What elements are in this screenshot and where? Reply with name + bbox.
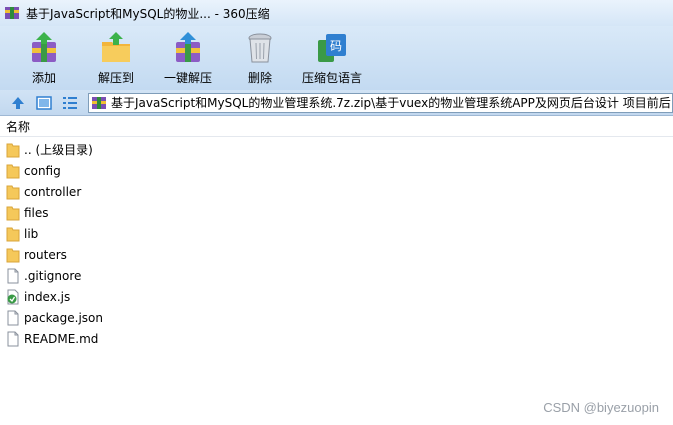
file-icon [7, 268, 19, 283]
path-text: 基于JavaScript和MySQL的物业管理系统.7z.zip\基于vuex的… [111, 96, 673, 110]
one-click-extract-label: 一键解压 [163, 71, 212, 85]
list-item-gitignore[interactable]: .gitignore [0, 265, 673, 286]
list-item-routers[interactable]: routers [0, 244, 673, 265]
view-list-button[interactable] [60, 94, 80, 112]
folder-icon [6, 248, 20, 262]
delete-button[interactable]: 删除 [224, 26, 296, 86]
archive-app-icon [5, 7, 19, 19]
file-list: .. (上级目录) config controller files lib ro… [0, 139, 673, 349]
list-item-files[interactable]: files [0, 202, 673, 223]
file-name: routers [24, 247, 67, 262]
folder-icon [6, 164, 20, 178]
one-click-extract-button[interactable]: 一键解压 [152, 26, 224, 86]
file-name: README.md [24, 331, 99, 346]
column-name-header[interactable]: 名称 [6, 118, 30, 135]
archive-language-button[interactable]: 码 压缩包语言 [296, 26, 368, 86]
view-thumbnail-button[interactable] [34, 94, 54, 112]
list-item-config[interactable]: config [0, 160, 673, 181]
one-click-extract-icon [176, 32, 200, 62]
extract-to-icon [102, 32, 130, 62]
extract-to-button[interactable]: 解压到 [80, 26, 152, 86]
file-name: .gitignore [24, 268, 82, 283]
extract-to-label: 解压到 [97, 71, 134, 85]
address-bar: 基于JavaScript和MySQL的物业管理系统.7z.zip\基于vuex的… [0, 90, 673, 116]
folder-icon [6, 143, 20, 157]
thumbnail-view-icon [36, 95, 52, 110]
list-item-package-json[interactable]: package.json [0, 307, 673, 328]
file-name: lib [24, 226, 39, 241]
delete-trash-icon [248, 33, 272, 63]
list-item-controller[interactable]: controller [0, 181, 673, 202]
js-file-icon [7, 289, 19, 304]
window-title: 基于JavaScript和MySQL的物业... - 360压缩 [26, 6, 270, 21]
list-header[interactable]: 名称 [0, 117, 673, 137]
file-name: files [24, 205, 49, 220]
title-bar: 基于JavaScript和MySQL的物业... - 360压缩 [0, 0, 673, 26]
add-label: 添加 [31, 71, 56, 85]
archive-language-label: 压缩包语言 [301, 71, 362, 85]
list-item-readme[interactable]: README.md [0, 328, 673, 349]
file-name: index.js [24, 289, 71, 304]
watermark-text: CSDN @biyezuopin [543, 400, 659, 415]
file-name: controller [24, 184, 82, 199]
delete-label: 删除 [247, 71, 272, 85]
list-item-parent-dir[interactable]: .. (上级目录) [0, 139, 673, 160]
arrow-up-icon [12, 96, 24, 109]
file-name: package.json [24, 310, 104, 325]
add-button[interactable]: 添加 [8, 26, 80, 86]
archive-language-icon: 码 [318, 34, 346, 62]
file-icon [7, 331, 19, 346]
folder-icon [6, 206, 20, 220]
add-archive-icon [32, 32, 56, 62]
toolbar: 添加 解压到 一键解压 删除 码 压缩包语言 [0, 26, 673, 90]
folder-icon [6, 185, 20, 199]
archive-path-icon [92, 96, 106, 109]
up-button[interactable] [8, 94, 28, 112]
path-field[interactable]: 基于JavaScript和MySQL的物业管理系统.7z.zip\基于vuex的… [88, 92, 673, 113]
file-icon [7, 310, 19, 325]
language-glyph: 码 [330, 39, 342, 53]
file-name: .. (上级目录) [24, 143, 93, 157]
file-name: config [24, 163, 61, 178]
list-item-lib[interactable]: lib [0, 223, 673, 244]
list-item-index-js[interactable]: index.js [0, 286, 673, 307]
folder-icon [6, 227, 20, 241]
list-view-icon [63, 96, 77, 109]
